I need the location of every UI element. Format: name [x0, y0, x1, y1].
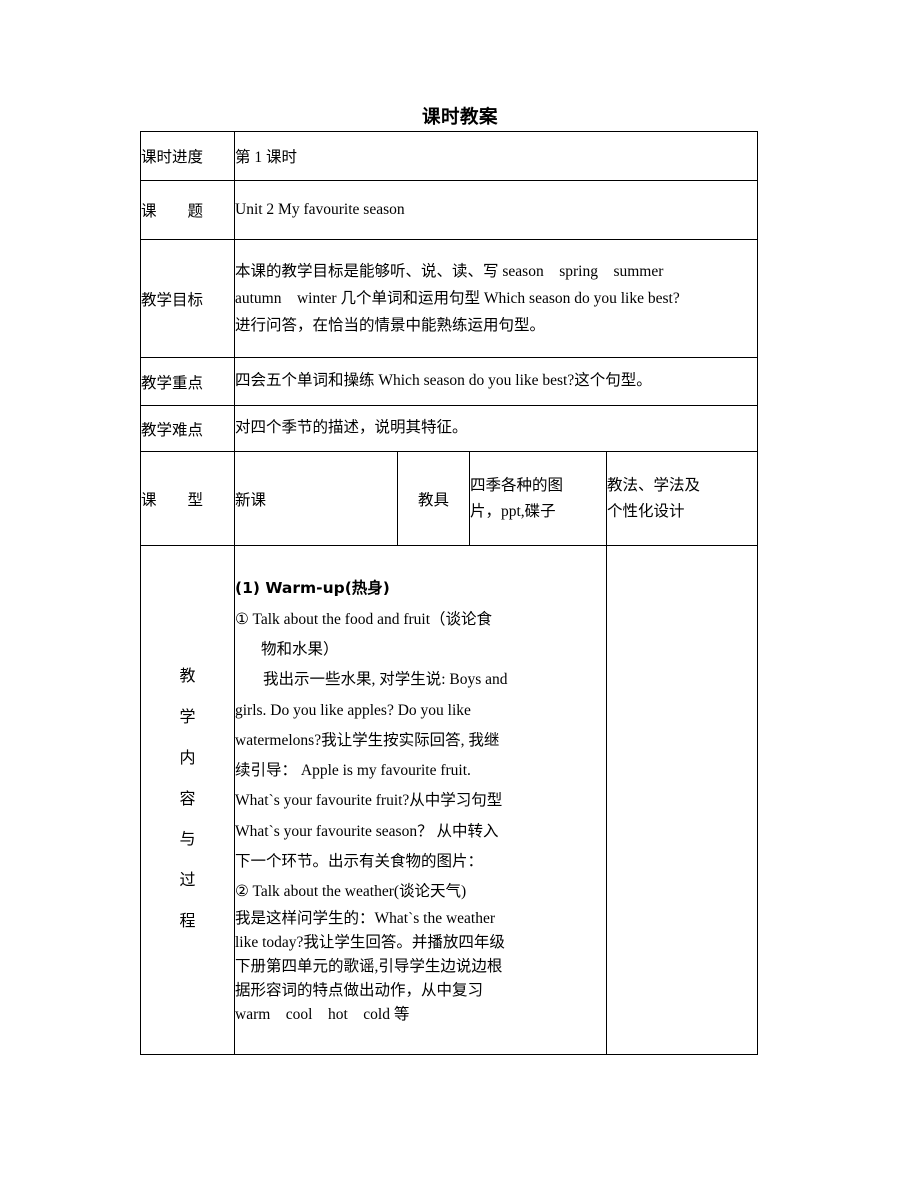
content-paragraph: warm cool hot cold 等	[235, 1006, 410, 1024]
content-label-char-1: 学	[179, 709, 196, 726]
content-label-char-2: 内	[179, 749, 196, 767]
content-paragraph: ① Talk about the food and fruit（谈论食	[235, 610, 493, 628]
teaching-aids-line-2: 片，ppt,碟子	[470, 502, 556, 520]
design-notes-column	[605, 545, 759, 1055]
document-page: 课时教案 课时进度 第 1 课时 课 题 Unit 2 My favourite…	[0, 0, 920, 1191]
content-body: (1) Warm-up(热身) ① Talk about the food an…	[234, 545, 607, 1055]
content-paragraph: 我出示一些水果, 对学生说: Boys and	[263, 671, 508, 689]
content-paragraph: girls. Do you like apples? Do you like	[235, 701, 471, 719]
content-paragraph: like today?我让学生回答。并播放四年级	[235, 934, 505, 952]
content-label-char-3: 容	[179, 790, 196, 808]
content-paragraph: ② Talk about the weather(谈论天气)	[235, 882, 467, 900]
content-paragraph: 据形容词的特点做出动作，从中复习	[235, 982, 484, 1000]
table-row-goals: 教学目标 本课的教学目标是能够听、说、读、写 season spring sum…	[140, 239, 759, 358]
lesson-plan-table: 课时进度 第 1 课时 课 题 Unit 2 My favourite seas…	[140, 131, 759, 1055]
value-difficult-points: 对四个季节的描述，说明其特征。	[233, 405, 759, 452]
table-row-topic: 课 题 Unit 2 My favourite season	[140, 180, 759, 240]
teaching-aids-line-1: 四季各种的图	[470, 476, 564, 494]
content-label-char-0: 教	[179, 668, 196, 686]
label-progress: 课时进度	[140, 131, 235, 181]
content-paragraph: watermelons?我让学生按实际回答, 我继	[235, 731, 500, 749]
content-paragraph: 物和水果）	[261, 641, 339, 659]
value-goals: 本课的教学目标是能够听、说、读、写 season spring summer a…	[233, 239, 759, 358]
label-content-process: 教 学 内 容 与 过 程	[140, 545, 235, 1055]
value-topic: Unit 2 My favourite season	[233, 180, 759, 240]
label-difficult-points: 教学难点	[140, 405, 235, 452]
table-row-key-points: 教学重点 四会五个单词和操练 Which season do you like …	[140, 357, 759, 406]
design-label-line-2: 个性化设计	[607, 502, 685, 520]
table-row-lesson-type: 课 型 新课 教具 四季各种的图 片，ppt,碟子 教法、学法及 个性化设计	[140, 451, 759, 546]
content-label-char-4: 与	[179, 831, 196, 849]
table-row-progress: 课时进度 第 1 课时	[140, 131, 759, 181]
label-teaching-aids: 教具	[397, 451, 470, 546]
content-label-char-6: 程	[179, 912, 196, 930]
table-row-difficult-points: 教学难点 对四个季节的描述，说明其特征。	[140, 405, 759, 452]
label-design-column: 教法、学法及 个性化设计	[605, 451, 759, 546]
content-paragraph: (1) Warm-up(热身)	[235, 578, 390, 597]
goals-line-2: autumn winter 几个单词和运用句型 Which season do …	[235, 289, 680, 307]
page-title: 课时教案	[421, 107, 498, 128]
value-progress: 第 1 课时	[233, 131, 759, 181]
content-paragraph: 下一个环节。出示有关食物的图片：	[235, 852, 484, 870]
label-lesson-type: 课 型	[140, 451, 235, 546]
label-topic: 课 题	[140, 180, 235, 240]
goals-line-1: 本课的教学目标是能够听、说、读、写 season spring summer	[235, 262, 664, 280]
goals-line-3: 进行问答，在恰当的情景中能熟练运用句型。	[235, 317, 546, 335]
content-paragraph: 我是这样问学生的：What`s the weather	[235, 910, 495, 928]
value-teaching-aids: 四季各种的图 片，ppt,碟子	[469, 451, 607, 546]
content-paragraph: What`s your favourite season？ 从中转入	[235, 822, 499, 840]
value-lesson-type: 新课	[234, 451, 398, 546]
content-paragraph: 续引导： Apple is my favourite fruit.	[235, 762, 471, 780]
content-paragraph: 下册第四单元的歌谣,引导学生边说边根	[235, 958, 503, 976]
content-paragraph: What`s your favourite fruit?从中学习句型	[235, 792, 503, 810]
value-key-points: 四会五个单词和操练 Which season do you like best?…	[233, 357, 759, 406]
label-key-points: 教学重点	[140, 357, 235, 406]
content-label-char-5: 过	[179, 872, 196, 890]
design-label-line-1: 教法、学法及	[607, 476, 701, 494]
label-goals: 教学目标	[140, 239, 235, 358]
table-row-content: 教 学 内 容 与 过 程 (1) Warm-up(热身) ① Talk abo…	[140, 545, 759, 1055]
